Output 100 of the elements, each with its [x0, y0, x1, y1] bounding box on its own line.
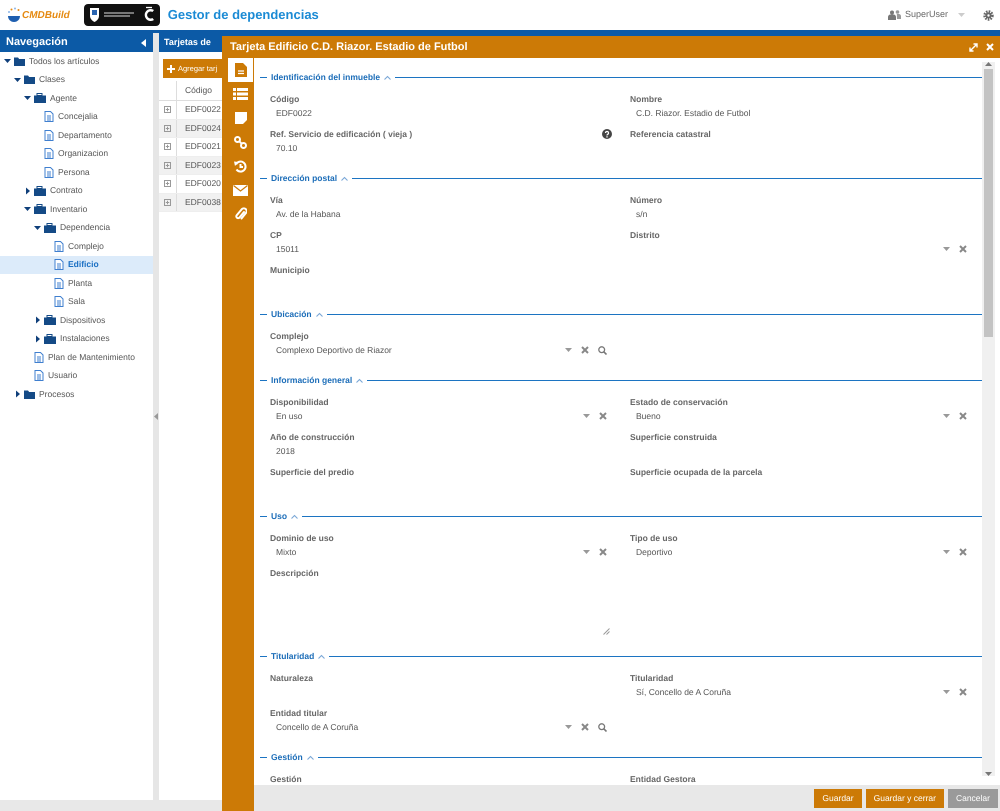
section-title[interactable]: Identificación del inmueble — [271, 70, 380, 84]
caret-down-icon — [958, 13, 965, 17]
tree-item[interactable]: Complejo — [0, 237, 153, 256]
expand-row-icon[interactable] — [164, 198, 171, 206]
collapsed-arrow-icon[interactable] — [34, 316, 42, 324]
clear-icon[interactable] — [581, 346, 589, 354]
collapsed-arrow-icon[interactable] — [14, 390, 22, 398]
tree-item[interactable]: Clases — [0, 70, 153, 89]
section-title[interactable]: Información general — [271, 374, 352, 386]
section-title[interactable]: Uso — [271, 510, 288, 522]
tree-item[interactable]: Departamento — [0, 126, 153, 144]
tree-item[interactable]: Todos los artículos — [0, 52, 153, 70]
scroll-up-icon[interactable] — [985, 62, 992, 66]
clear-icon[interactable] — [959, 688, 967, 696]
collapse-arrow-icon[interactable] — [141, 38, 146, 46]
field-label: Entidad Gestora — [630, 772, 696, 785]
tree-item[interactable]: Edificio — [0, 256, 153, 274]
dropdown-field[interactable]: Bueno — [630, 408, 972, 424]
tree-item[interactable]: Concejalia — [0, 108, 153, 126]
collapsed-arrow-icon[interactable] — [34, 334, 42, 343]
column-header[interactable]: Código — [177, 84, 212, 97]
scroll-down-icon[interactable] — [985, 772, 992, 776]
expand-icon[interactable] — [969, 42, 978, 52]
dropdown-field[interactable]: Mixto — [270, 544, 612, 560]
chevron-up-icon[interactable] — [316, 312, 323, 316]
clear-icon[interactable] — [599, 412, 607, 420]
clear-icon[interactable] — [599, 548, 607, 556]
expand-row-icon[interactable] — [164, 180, 171, 188]
scroll-thumb[interactable] — [984, 69, 993, 337]
plus-icon — [167, 64, 175, 72]
user-menu[interactable]: SuperUser — [888, 8, 965, 22]
text-field[interactable]: Av. de la Habana — [270, 206, 612, 222]
text-field[interactable]: 15011 — [270, 241, 612, 257]
document-icon — [54, 278, 64, 289]
close-icon[interactable] — [986, 43, 994, 51]
chevron-up-icon[interactable] — [384, 74, 392, 80]
expand-row-icon[interactable] — [164, 124, 171, 132]
section-title[interactable]: Gestión — [271, 750, 303, 764]
tree-item[interactable]: Dispositivos — [0, 311, 153, 330]
tree-item[interactable]: Plan de Mantenimiento — [0, 348, 153, 366]
expanded-arrow-icon[interactable] — [24, 205, 32, 214]
tree-item[interactable]: Procesos — [0, 385, 153, 404]
field-label: Complejo — [270, 330, 309, 342]
settings-icon[interactable] — [983, 10, 994, 20]
dropdown-field[interactable]: En uso — [270, 408, 612, 424]
field-label: Superficie ocupada de la parcela — [630, 466, 762, 478]
expanded-arrow-icon[interactable] — [24, 94, 32, 102]
lookup-field[interactable]: Complexo Deportivo de Riazor — [270, 342, 612, 358]
briefcase-icon — [34, 93, 46, 104]
lookup-field[interactable]: Concello de A Coruña — [270, 719, 612, 735]
expanded-arrow-icon[interactable] — [4, 57, 12, 66]
tree-item[interactable]: Inventario — [0, 200, 153, 218]
side-tab[interactable] — [228, 58, 253, 82]
text-field[interactable]: s/n — [630, 206, 972, 222]
paperclip-icon — [234, 207, 246, 221]
tree-item[interactable]: Organizacion — [0, 144, 153, 163]
table-cell-text: EDF0038 — [184, 196, 221, 209]
dropdown-field[interactable]: Sí, Concello de A Coruña — [630, 684, 972, 700]
text-field[interactable]: EDF0022 — [270, 105, 612, 121]
help-icon[interactable] — [602, 129, 612, 139]
caret-down-icon — [943, 550, 950, 554]
expand-row-icon[interactable] — [164, 106, 171, 114]
section-title[interactable]: Titularidad — [271, 650, 314, 662]
chevron-up-icon[interactable] — [318, 654, 326, 658]
tree-item[interactable]: Usuario — [0, 366, 153, 385]
chevron-up-icon[interactable] — [356, 378, 364, 382]
tree-item[interactable]: Sala — [0, 292, 153, 311]
text-field[interactable]: 70.10 — [270, 140, 612, 156]
clear-icon[interactable] — [959, 245, 967, 253]
text-field[interactable]: 2018 — [270, 443, 612, 459]
clear-icon[interactable] — [959, 412, 967, 420]
tree-item[interactable]: Agente — [0, 89, 153, 108]
scrollbar[interactable] — [982, 62, 995, 776]
field-label: Entidad titular — [270, 706, 328, 720]
search-icon[interactable] — [598, 346, 607, 354]
search-icon[interactable] — [598, 722, 607, 732]
clear-icon[interactable] — [959, 548, 967, 556]
expand-row-icon[interactable] — [164, 162, 171, 169]
text-field[interactable]: C.D. Riazor. Estadio de Futbol — [630, 105, 972, 121]
tree-item[interactable]: Instalaciones — [0, 330, 153, 348]
section-title[interactable]: Ubicación — [271, 308, 312, 320]
section-title[interactable]: Dirección postal — [271, 172, 338, 184]
caret-down-icon — [583, 414, 590, 418]
clear-icon[interactable] — [581, 723, 589, 731]
field-label: Nombre — [630, 92, 662, 106]
expand-row-icon[interactable] — [164, 143, 171, 150]
app-title: Gestor de dependencias — [168, 6, 319, 24]
collapsed-arrow-icon[interactable] — [24, 186, 32, 195]
link-icon — [234, 136, 247, 148]
expanded-arrow-icon[interactable] — [34, 224, 42, 232]
tree-item[interactable]: Persona — [0, 163, 153, 182]
tree-item[interactable]: Dependencia — [0, 218, 153, 237]
chevron-up-icon[interactable] — [341, 176, 348, 180]
tree-item[interactable]: Contrato — [0, 182, 153, 200]
dropdown-field[interactable]: Deportivo — [630, 544, 972, 560]
tree-item[interactable]: Planta — [0, 274, 153, 292]
chevron-up-icon[interactable] — [306, 754, 314, 760]
expanded-arrow-icon[interactable] — [14, 76, 22, 84]
chevron-up-icon[interactable] — [291, 514, 298, 518]
briefcase-icon — [34, 186, 46, 196]
